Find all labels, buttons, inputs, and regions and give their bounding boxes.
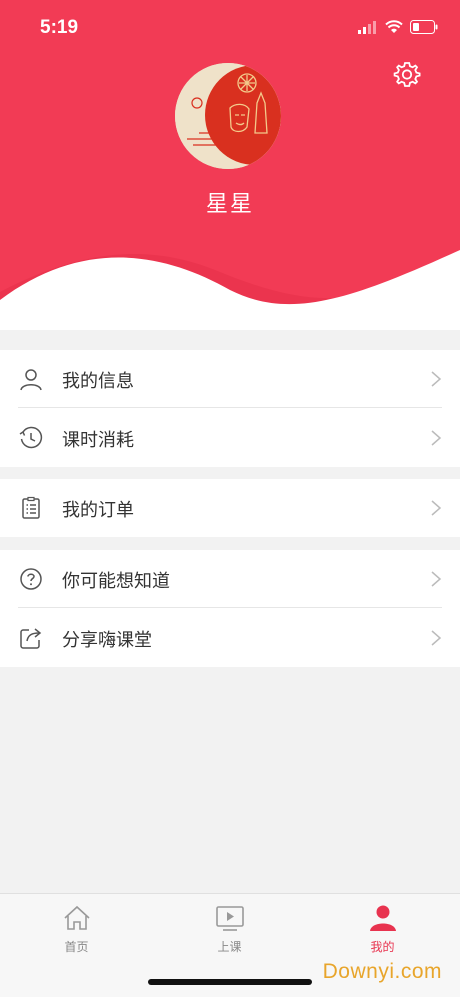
watermark: Downyi.com bbox=[322, 960, 442, 983]
tab-label: 上课 bbox=[217, 940, 242, 954]
tab-label: 我的 bbox=[370, 940, 395, 954]
username: 星星 bbox=[205, 192, 254, 217]
video-lesson-icon bbox=[215, 906, 244, 931]
home-indicator bbox=[148, 979, 312, 985]
wifi-icon bbox=[385, 20, 403, 33]
order-list-icon bbox=[22, 496, 40, 519]
menu-item-my-orders[interactable]: 我的订单 bbox=[0, 479, 460, 537]
menu-item-label: 你可能想知道 bbox=[62, 571, 170, 592]
avatar[interactable] bbox=[175, 63, 281, 169]
tab-home[interactable]: 首页 bbox=[0, 894, 153, 964]
status-bar: 5:19 bbox=[0, 0, 460, 56]
chevron-right-icon bbox=[431, 430, 442, 446]
avatar-image bbox=[175, 63, 281, 169]
divider bbox=[18, 607, 442, 608]
status-time: 5:19 bbox=[40, 17, 79, 38]
menu-item-label: 分享嗨课堂 bbox=[62, 630, 152, 651]
settings-gear-icon[interactable] bbox=[392, 60, 422, 90]
menu-item-share[interactable]: 分享嗨课堂 bbox=[0, 609, 460, 667]
menu-group-account: 我的信息 课时消耗 bbox=[0, 350, 460, 467]
user-icon bbox=[20, 369, 42, 391]
menu-item-label: 我的信息 bbox=[62, 371, 134, 392]
signal-icon bbox=[358, 20, 376, 34]
menu-item-label: 课时消耗 bbox=[62, 430, 134, 451]
chevron-right-icon bbox=[431, 571, 442, 587]
menu-group-help: 你可能想知道 分享嗨课堂 bbox=[0, 550, 460, 667]
user-filled-icon bbox=[369, 905, 396, 931]
tab-label: 首页 bbox=[64, 940, 89, 954]
menu-item-my-info[interactable]: 我的信息 bbox=[0, 350, 460, 408]
question-icon bbox=[20, 568, 42, 590]
chevron-right-icon bbox=[431, 630, 442, 646]
divider bbox=[18, 407, 442, 408]
home-icon bbox=[63, 905, 90, 930]
chevron-right-icon bbox=[431, 371, 442, 387]
menu-group-orders: 我的订单 bbox=[0, 479, 460, 537]
battery-icon bbox=[410, 20, 438, 34]
profile-header: 5:19 星星 bbox=[0, 0, 460, 330]
history-clock-icon bbox=[19, 426, 43, 449]
chevron-right-icon bbox=[431, 500, 442, 516]
tab-mine[interactable]: 我的 bbox=[306, 894, 459, 964]
menu-item-class-usage[interactable]: 课时消耗 bbox=[0, 409, 460, 467]
share-icon bbox=[20, 628, 42, 649]
menu-item-faq[interactable]: 你可能想知道 bbox=[0, 550, 460, 608]
tab-class[interactable]: 上课 bbox=[153, 894, 306, 964]
menu-item-label: 我的订单 bbox=[62, 500, 134, 521]
